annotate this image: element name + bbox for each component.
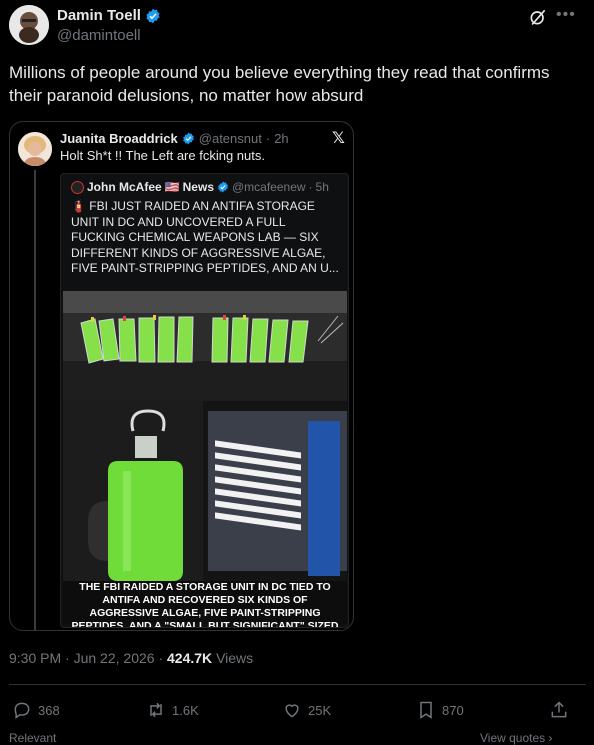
quote-time[interactable]: 2h	[274, 131, 288, 146]
tweet-meta: 9:30 PM · Jun 22, 2026 · 424.7K Views	[9, 650, 253, 666]
author-name[interactable]: Damin Toell	[57, 7, 141, 24]
bookmark-count: 870	[442, 702, 464, 718]
grok-icon[interactable]	[528, 7, 548, 27]
share-button[interactable]	[549, 700, 569, 720]
fire-extinguisher-emoji-icon: 🧯	[71, 199, 86, 213]
dot-separator: ·	[308, 180, 313, 194]
like-button[interactable]: 25K	[282, 700, 331, 720]
bags-photo[interactable]	[63, 291, 347, 401]
dot-separator: ·	[65, 650, 74, 666]
dot-separator: ·	[265, 131, 271, 146]
inner-quoted-tweet[interactable]: John McAfee 🇺🇸 News @mcafeenew · 5h 🧯 FB…	[60, 173, 349, 628]
tweet-date[interactable]: Jun 22, 2026	[74, 650, 155, 666]
inner-author-handle[interactable]: @mcafeenew	[232, 180, 306, 194]
bookmark-icon	[420, 701, 432, 719]
quote-author-avatar[interactable]	[18, 132, 52, 166]
reply-count: 368	[38, 702, 60, 718]
quoted-tweet-card[interactable]: Juanita Broaddrick @atensnut · 2h 𝕏 Holt…	[9, 121, 354, 631]
tweet-text: Millions of people around you believe ev…	[9, 63, 550, 105]
divider	[9, 684, 586, 685]
image-caption: THE FBI RAIDED A STORAGE UNIT IN DC TIED…	[71, 581, 339, 628]
views-count: 424.7K	[167, 650, 213, 666]
sort-relevant-label[interactable]: Relevant	[9, 731, 56, 745]
inner-header: John McAfee 🇺🇸 News @mcafeenew · 5h	[71, 180, 329, 194]
verified-badge-icon	[182, 132, 194, 145]
author-avatar[interactable]	[9, 5, 49, 45]
inner-author-avatar[interactable]	[71, 180, 84, 194]
chevron-right-icon: ›	[548, 731, 553, 745]
x-logo-icon: 𝕏	[332, 130, 345, 147]
view-quotes-label: View quotes	[480, 731, 546, 745]
quote-text: Holt Sh*t !! The Left are fcking nuts.	[60, 148, 265, 163]
inner-text: FBI JUST RAIDED AN ANTIFA STORAGE UNIT I…	[71, 199, 339, 275]
verified-badge-icon	[218, 181, 228, 193]
bookmark-button[interactable]: 870	[416, 700, 464, 720]
quote-author-name[interactable]: Juanita Broaddrick	[60, 131, 178, 146]
dot-separator: ·	[158, 650, 168, 666]
inner-time[interactable]: 5h	[316, 180, 329, 194]
view-quotes-link[interactable]: View quotes ›	[480, 731, 553, 745]
like-count: 25K	[308, 702, 332, 718]
quote-header: Juanita Broaddrick @atensnut · 2h	[60, 131, 289, 146]
inner-author-name[interactable]: John McAfee	[87, 180, 162, 194]
inner-author-name-suffix[interactable]: News	[183, 180, 214, 194]
thread-connector-line	[34, 170, 36, 630]
repost-icon	[150, 702, 162, 718]
repost-button[interactable]: 1.6K	[146, 700, 199, 720]
verified-badge-icon	[146, 8, 160, 23]
repost-count: 1.6K	[172, 702, 199, 718]
author-handle[interactable]: @damintoell	[57, 27, 141, 44]
inner-text-block: 🧯 FBI JUST RAIDED AN ANTIFA STORAGE UNIT…	[71, 199, 341, 277]
reply-button[interactable]: 368	[12, 700, 60, 720]
reply-icon	[14, 702, 30, 719]
heart-icon	[285, 704, 299, 718]
more-options-icon[interactable]: •••	[556, 6, 576, 24]
views-label: Views	[216, 650, 254, 666]
quote-author-handle[interactable]: @atensnut	[199, 131, 262, 146]
share-icon	[551, 701, 567, 718]
us-flag-icon: 🇺🇸	[164, 180, 180, 194]
tweet-time[interactable]: 9:30 PM	[9, 650, 61, 666]
author-name-row[interactable]: Damin Toell	[57, 7, 161, 24]
